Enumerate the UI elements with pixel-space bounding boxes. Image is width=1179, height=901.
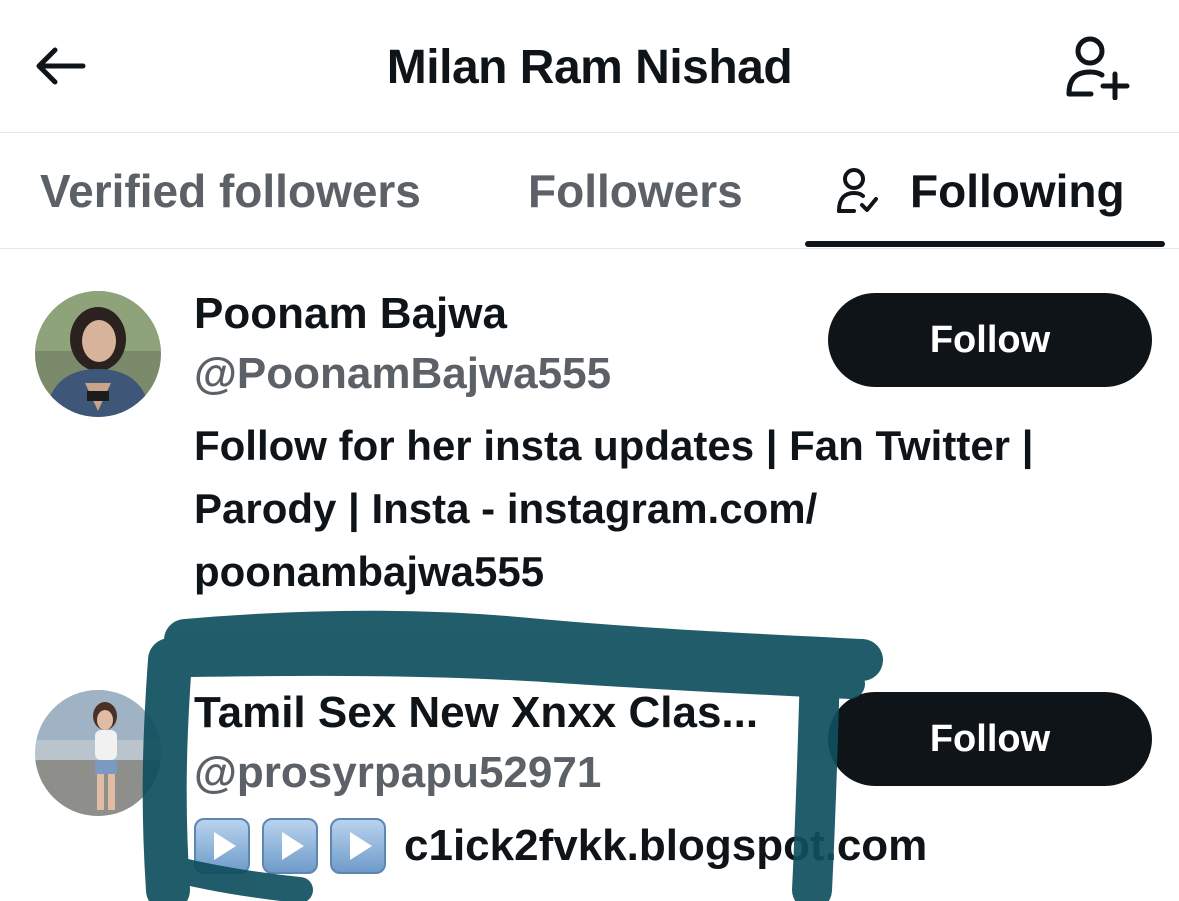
bio-line: c1ick2fvkk.blogspot.com <box>194 814 1164 877</box>
tab-label: Verified followers <box>40 164 421 217</box>
follow-button[interactable]: Follow <box>828 293 1152 387</box>
user-bio: Follow for her insta updates | Fan Twitt… <box>194 414 1164 603</box>
add-user-icon <box>1066 36 1130 100</box>
tab-verified-followers[interactable]: Verified followers <box>40 133 421 248</box>
tab-bar: Verified followers Followers Following <box>0 133 1179 249</box>
tab-following[interactable]: Following <box>834 133 1125 248</box>
follow-button[interactable]: Follow <box>828 692 1152 786</box>
tab-label: Following <box>910 164 1125 217</box>
bio-line: Parody | Insta - instagram.com/ <box>194 485 818 532</box>
add-user-button[interactable] <box>1058 32 1134 102</box>
bio-line: poonambajwa555 <box>194 548 545 595</box>
play-button-icon <box>330 817 386 874</box>
play-button-icon <box>262 817 318 874</box>
user-check-icon <box>834 167 880 215</box>
user-display-name[interactable]: Poonam Bajwa <box>194 287 507 341</box>
bio-link[interactable]: c1ick2fvkk.blogspot.com <box>404 814 927 877</box>
top-app-bar: Milan Ram Nishad <box>0 0 1179 133</box>
user-display-name[interactable]: Tamil Sex New Xnxx Clas... <box>194 686 758 740</box>
tab-label: Followers <box>528 164 743 217</box>
active-tab-indicator <box>805 241 1165 247</box>
page-title: Milan Ram Nishad <box>386 41 793 94</box>
play-button-icon <box>194 817 250 874</box>
user-bio: c1ick2fvkk.blogspot.com <box>194 814 1164 877</box>
tab-followers[interactable]: Followers <box>528 133 743 248</box>
avatar[interactable] <box>35 690 161 816</box>
bio-line: Follow for her insta updates | Fan Twitt… <box>194 422 1034 469</box>
avatar[interactable] <box>35 291 161 417</box>
user-handle[interactable]: @prosyrpapu52971 <box>194 746 601 800</box>
user-handle[interactable]: @PoonamBajwa555 <box>194 347 611 401</box>
